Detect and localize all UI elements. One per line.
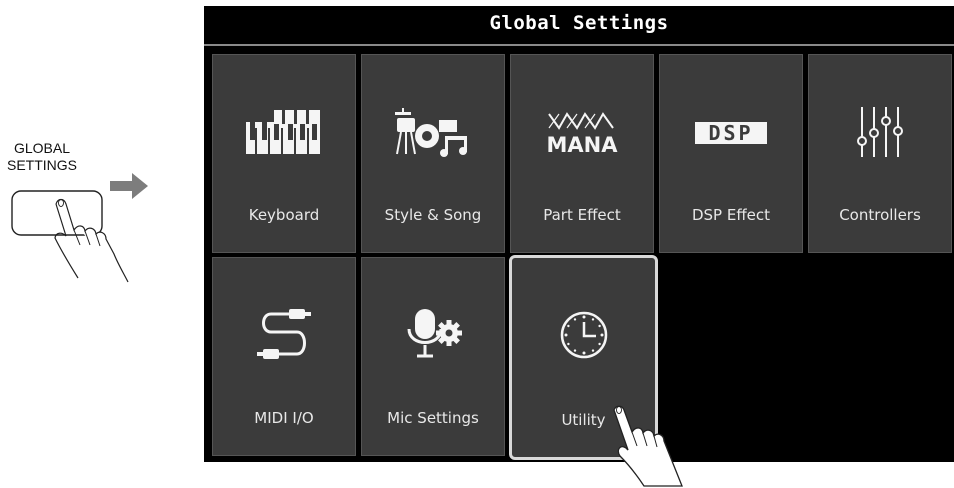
title-bar: Global Settings — [204, 6, 954, 46]
keyboard-icon — [213, 101, 355, 163]
tile-style-song[interactable]: Style & Song — [361, 54, 505, 253]
dsp-icon: DSP — [660, 101, 802, 163]
sliders-icon — [809, 101, 951, 163]
clock-icon — [512, 304, 655, 366]
drums-note-icon — [362, 101, 504, 163]
tile-part-effect[interactable]: MANA Part Effect — [510, 54, 654, 253]
mana-icon: MANA — [511, 101, 653, 163]
tapping-hand-icon — [613, 405, 683, 487]
pressing-hand-icon — [11, 190, 129, 283]
mic-gear-icon — [362, 304, 504, 366]
page-title: Global Settings — [489, 12, 669, 34]
tile-label: MIDI I/O — [254, 409, 314, 427]
svg-text:MANA: MANA — [547, 133, 619, 157]
tile-label: Keyboard — [248, 206, 320, 224]
tile-label: Style & Song — [384, 206, 482, 224]
global-settings-screen: Global Settings Keyboard Style & Song MA… — [204, 6, 954, 462]
tile-label: Mic Settings — [387, 409, 479, 427]
tile-controllers[interactable]: Controllers — [808, 54, 952, 253]
global-settings-button-label: GLOBAL SETTINGS — [6, 140, 78, 174]
tile-dsp-effect[interactable]: DSP DSP Effect — [659, 54, 803, 253]
button-label-line2: SETTINGS — [6, 157, 77, 173]
tile-keyboard[interactable]: Keyboard — [212, 54, 356, 253]
global-settings-illustration: GLOBAL SETTINGS — [0, 0, 200, 488]
tile-label: Part Effect — [543, 206, 621, 224]
tile-label: DSP Effect — [691, 206, 771, 224]
tile-midi-io[interactable]: MIDI I/O — [212, 257, 356, 456]
button-label-line1: GLOBAL — [13, 140, 71, 156]
svg-text:DSP: DSP — [708, 121, 753, 145]
usb-cable-icon — [213, 304, 355, 366]
tile-label: Controllers — [839, 206, 921, 224]
tile-mic-settings[interactable]: Mic Settings — [361, 257, 505, 456]
